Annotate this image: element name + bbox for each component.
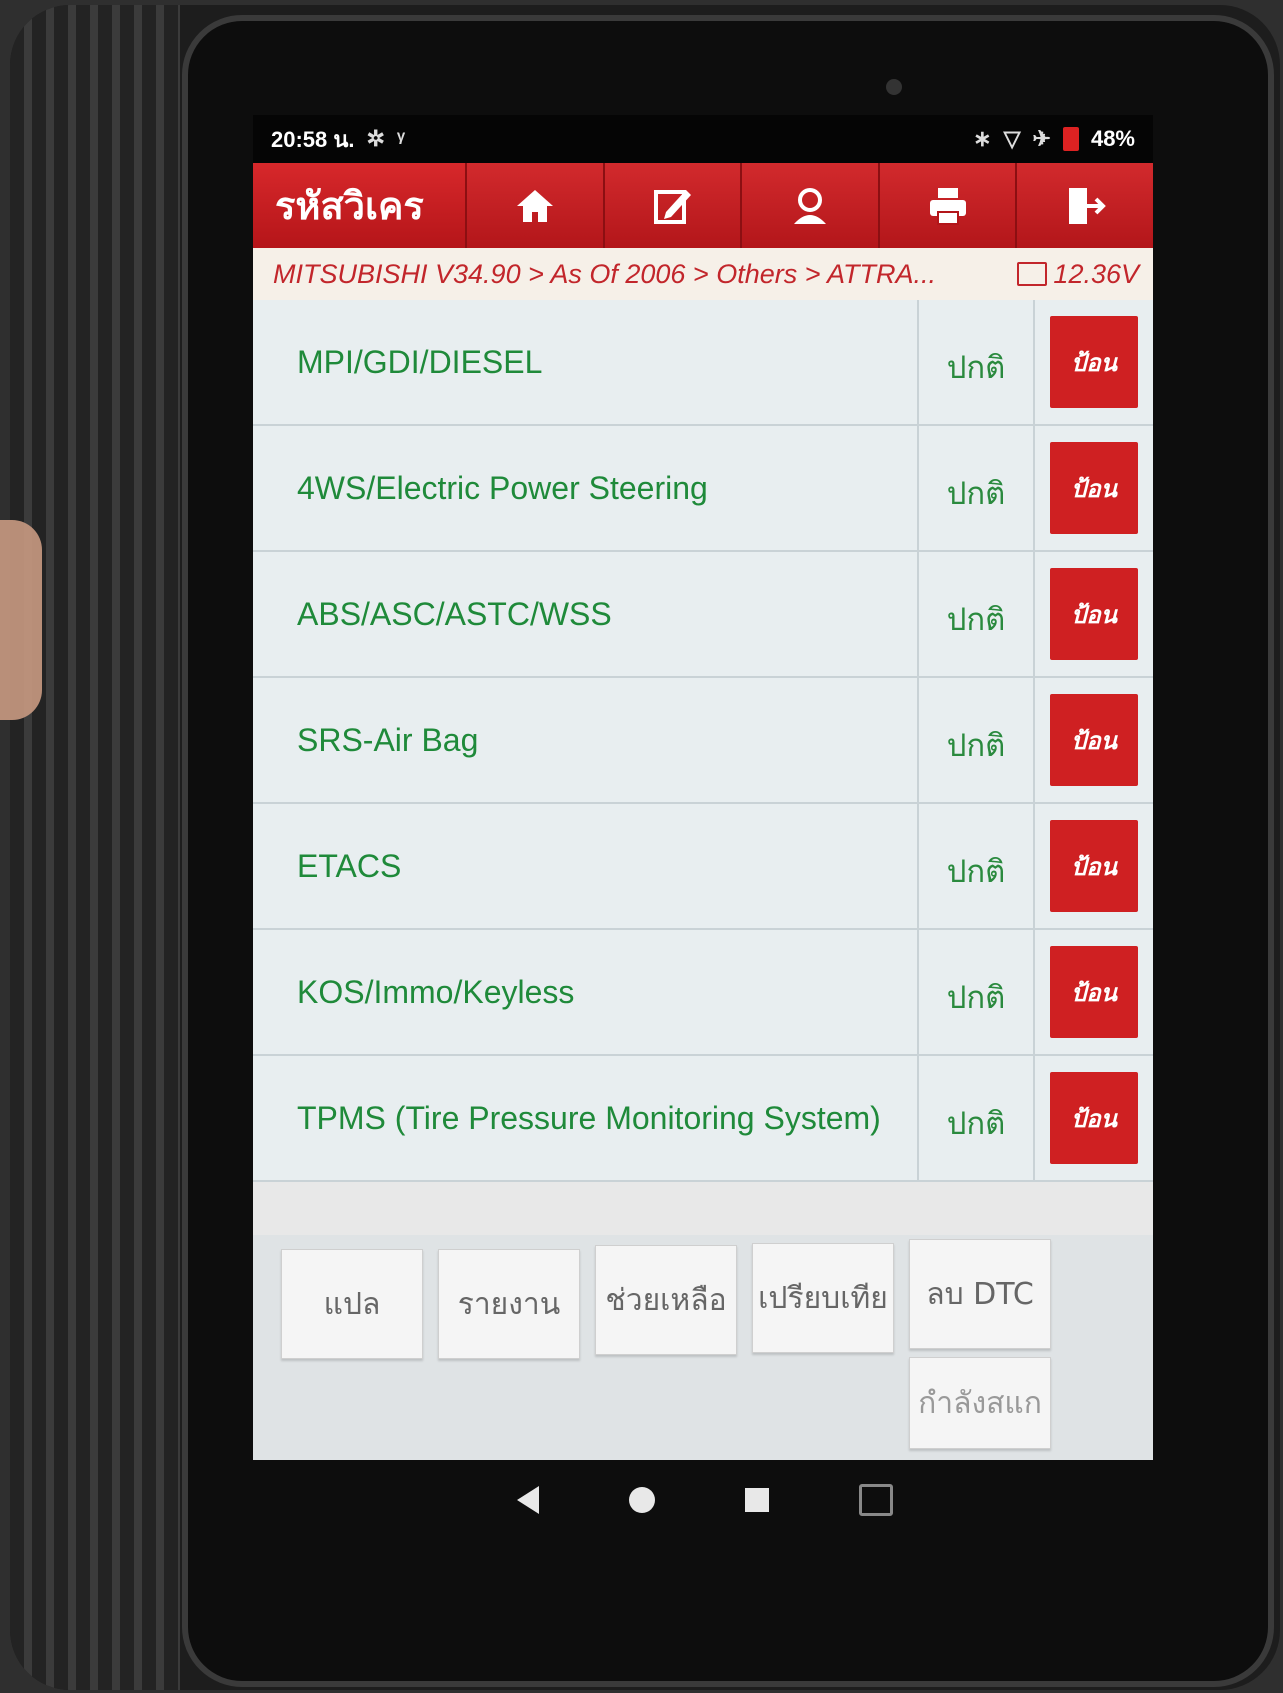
edit-icon: [654, 189, 692, 224]
report-button[interactable]: รายงาน: [438, 1249, 580, 1359]
battery-level: 48%: [1090, 126, 1135, 151]
action-bar: แปล รายงาน ช่วยเหลือ เปรียบเทีย ลบ DTC ก…: [253, 1235, 1153, 1460]
enter-button[interactable]: ป้อน: [1050, 442, 1138, 534]
app-title: รหัสวิเคร: [275, 184, 424, 228]
scanning-button[interactable]: กำลังสแก: [909, 1357, 1051, 1449]
exit-button[interactable]: [1015, 163, 1153, 248]
system-status: ปกติ: [917, 804, 1033, 928]
battery-voltage-icon: [1017, 262, 1048, 286]
wifi-icon: ▽: [1003, 126, 1021, 151]
enter-button[interactable]: ป้อน: [1050, 1072, 1138, 1164]
clear-dtc-button[interactable]: ลบ DTC: [909, 1239, 1051, 1349]
exit-icon: [1069, 187, 1107, 224]
system-name: SRS-Air Bag: [297, 721, 479, 758]
breadcrumb: MITSUBISHI V34.90 > As Of 2006 > Others …: [253, 248, 1153, 301]
recent-apps-icon[interactable]: [745, 1488, 769, 1512]
bluetooth-icon: ∗: [973, 126, 992, 151]
system-status: ปกติ: [917, 426, 1033, 550]
system-status: ปกติ: [917, 552, 1033, 676]
system-status: ปกติ: [917, 930, 1033, 1054]
translate-button[interactable]: แปล: [281, 1249, 423, 1359]
user-icon: [793, 187, 826, 224]
enter-button[interactable]: ป้อน: [1050, 568, 1138, 660]
system-name: MPI/GDI/DIESEL: [297, 343, 543, 380]
screenshot-icon[interactable]: [859, 1484, 893, 1516]
edit-button[interactable]: [602, 163, 741, 248]
status-time: 20:58 น.: [271, 126, 355, 152]
system-name: ABS/ASC/ASTC/WSS: [297, 595, 612, 632]
system-list: MPI/GDI/DIESEL ปกติ ป้อน 4WS/Electric Po…: [253, 300, 1153, 1235]
android-nav-bar: [255, 1460, 1155, 1540]
finger: [0, 520, 42, 720]
home-icon: [516, 189, 553, 222]
home-button[interactable]: [465, 163, 603, 248]
system-name: 4WS/Electric Power Steering: [297, 469, 708, 506]
print-icon: [929, 187, 966, 225]
home-circle-icon[interactable]: [629, 1487, 655, 1513]
system-row: TPMS (Tire Pressure Monitoring System) ป…: [253, 1056, 1153, 1182]
battery-voltage: 12.36V: [1053, 258, 1139, 289]
app-toolbar: รหัสวิเคร: [253, 163, 1153, 248]
system-status: ปกติ: [917, 678, 1033, 802]
enter-button[interactable]: ป้อน: [1050, 694, 1138, 786]
user-button[interactable]: [740, 163, 878, 248]
enter-button[interactable]: ป้อน: [1050, 316, 1138, 408]
front-camera: [886, 79, 902, 95]
airplane-icon: ✈: [1032, 126, 1051, 151]
breadcrumb-path: MITSUBISHI V34.90 > As Of 2006 > Others …: [273, 258, 937, 289]
compare-button[interactable]: เปรียบเทีย: [752, 1243, 894, 1353]
system-row: ABS/ASC/ASTC/WSS ปกติ ป้อน: [253, 552, 1153, 678]
screen: 20:58 น. ✲ ᵞ ∗ ▽ ✈ 48% รหัสวิเคร MITSUBI…: [253, 115, 1153, 1460]
device-grip: [10, 5, 180, 1690]
help-button[interactable]: ช่วยเหลือ: [595, 1245, 737, 1355]
system-name: ETACS: [297, 847, 402, 884]
system-row: MPI/GDI/DIESEL ปกติ ป้อน: [253, 300, 1153, 426]
enter-button[interactable]: ป้อน: [1050, 946, 1138, 1038]
battery-icon: [1062, 127, 1079, 151]
back-icon[interactable]: [517, 1486, 539, 1514]
stethoscope-icon: ᵞ: [396, 126, 405, 151]
system-name: KOS/Immo/Keyless: [297, 973, 575, 1010]
system-row: SRS-Air Bag ปกติ ป้อน: [253, 678, 1153, 804]
system-status: ปกติ: [917, 1056, 1033, 1180]
system-row: 4WS/Electric Power Steering ปกติ ป้อน: [253, 426, 1153, 552]
print-button[interactable]: [877, 163, 1016, 248]
system-row: ETACS ปกติ ป้อน: [253, 804, 1153, 930]
enter-button[interactable]: ป้อน: [1050, 820, 1138, 912]
system-row: KOS/Immo/Keyless ปกติ ป้อน: [253, 930, 1153, 1056]
accessibility-icon: ✲: [366, 126, 385, 151]
system-status: ปกติ: [917, 300, 1033, 424]
system-name: TPMS (Tire Pressure Monitoring System): [297, 1099, 881, 1136]
status-bar: 20:58 น. ✲ ᵞ ∗ ▽ ✈ 48%: [253, 115, 1153, 163]
